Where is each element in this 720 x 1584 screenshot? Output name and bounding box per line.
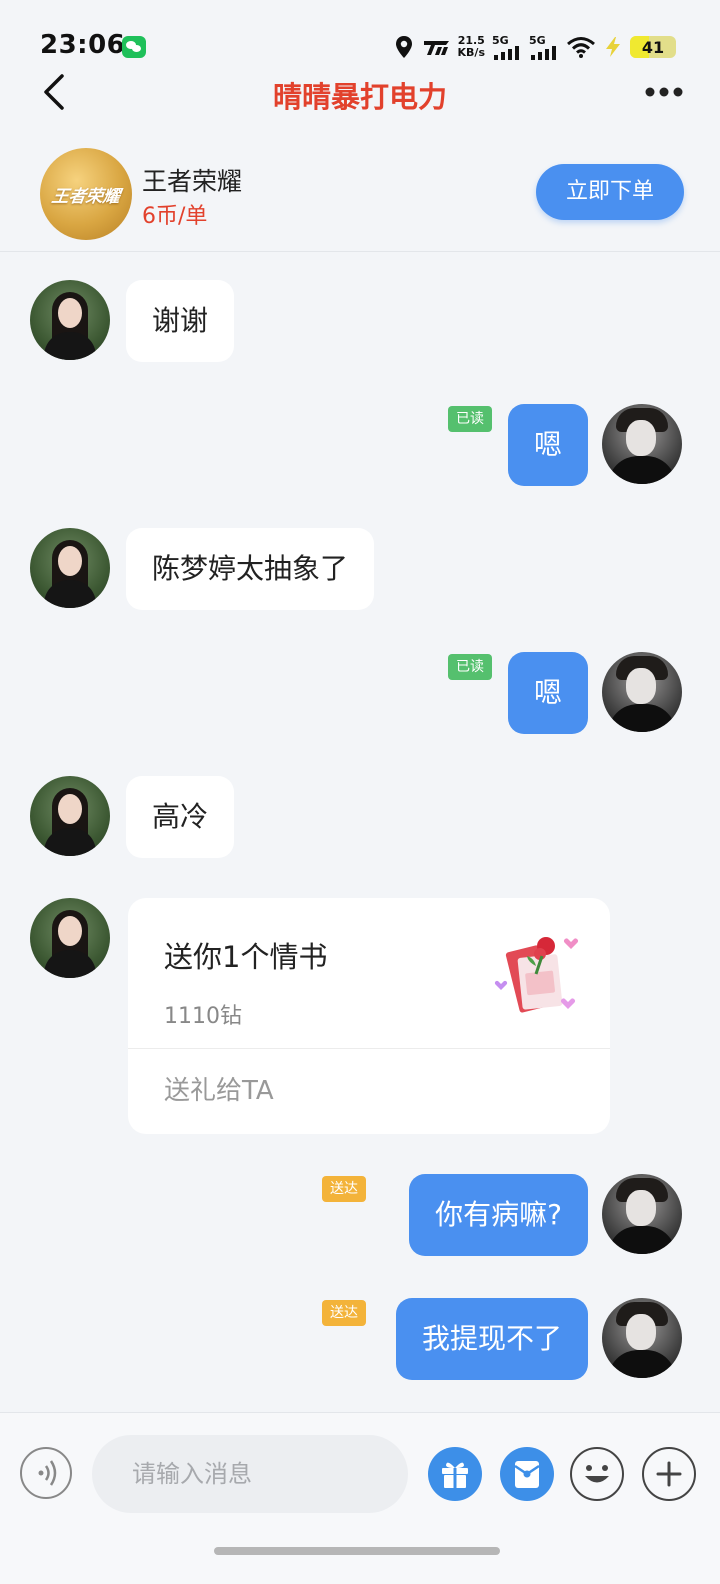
my-avatar[interactable] — [602, 404, 682, 484]
product-name: 王者荣耀 — [142, 167, 243, 196]
input-bar — [0, 1412, 720, 1584]
contact-avatar[interactable] — [30, 776, 110, 856]
my-avatar[interactable] — [602, 1174, 682, 1254]
delivered-receipt-badge: 送达 — [322, 1176, 366, 1202]
product-bar: 王者荣耀 王者荣耀 6币/单 立即下单 — [0, 132, 720, 252]
smiley-icon — [585, 1465, 609, 1483]
page-title: 晴晴暴打电力 — [272, 80, 447, 114]
sim1-signal: 5G — [492, 34, 522, 60]
emoji-button[interactable] — [570, 1447, 624, 1501]
gift-price: 1110钻 — [164, 1004, 242, 1029]
wechat-notification-icon — [122, 36, 146, 58]
network-speed-unit: KB/s — [457, 46, 485, 59]
status-time: 23:06 — [40, 30, 126, 60]
more-options-button[interactable] — [640, 76, 688, 108]
signal-bars-icon — [531, 46, 556, 60]
my-avatar[interactable] — [602, 652, 682, 732]
send-gift-link[interactable]: 送礼给TA — [164, 1070, 274, 1107]
wifi-icon — [567, 37, 595, 58]
status-bar: 23:06 21.5 KB/s 5G 5G 41 — [0, 0, 720, 60]
voice-input-button[interactable] — [20, 1447, 72, 1499]
message-bubble[interactable]: 陈梦婷太抽象了 — [126, 528, 375, 610]
chat-header: 晴晴暴打电力 — [0, 60, 720, 124]
plus-icon — [656, 1461, 682, 1487]
message-bubble[interactable]: 我提现不了 — [395, 1298, 588, 1380]
message-bubble[interactable]: 你有病嘛? — [409, 1174, 588, 1256]
charging-icon — [606, 37, 620, 57]
message-input[interactable] — [92, 1435, 408, 1513]
message-bubble[interactable]: 高冷 — [126, 776, 235, 858]
voice-wave-icon — [38, 1460, 57, 1486]
contact-avatar[interactable] — [30, 528, 110, 608]
more-dots-icon — [645, 87, 683, 97]
gift-card[interactable]: 送你1个情书 1110钻 送礼给TA — [128, 898, 610, 1134]
gift-button[interactable] — [428, 1447, 482, 1501]
message-bubble[interactable]: 嗯 — [507, 404, 588, 486]
love-letter-gift-icon — [494, 937, 578, 1013]
home-indicator[interactable] — [214, 1547, 500, 1555]
network-speed: 21.5 KB/s — [458, 35, 485, 59]
read-receipt-badge: 已读 — [448, 406, 492, 432]
my-avatar[interactable] — [602, 1298, 682, 1378]
gift-box-icon — [442, 1462, 468, 1488]
red-packet-icon — [514, 1461, 540, 1488]
message-bubble[interactable]: 谢谢 — [126, 280, 235, 362]
contact-avatar[interactable] — [30, 898, 110, 978]
message-bubble[interactable]: 嗯 — [507, 652, 588, 734]
contact-avatar[interactable] — [30, 280, 110, 360]
gift-divider — [128, 1048, 610, 1049]
location-icon — [395, 36, 412, 58]
read-receipt-badge: 已读 — [448, 654, 492, 680]
more-actions-button[interactable] — [642, 1447, 696, 1501]
sim2-signal: 5G — [529, 34, 559, 60]
carrier-logo-icon — [423, 41, 449, 55]
game-logo[interactable]: 王者荣耀 — [40, 148, 132, 240]
gift-title: 送你1个情书 — [164, 940, 328, 974]
order-now-button[interactable]: 立即下单 — [536, 164, 684, 220]
battery-indicator: 41 — [630, 36, 676, 58]
battery-level: 41 — [641, 38, 665, 57]
game-logo-text: 王者荣耀 — [50, 187, 122, 207]
status-icons: 21.5 KB/s 5G 5G 41 — [394, 33, 676, 61]
delivered-receipt-badge: 送达 — [322, 1300, 366, 1326]
red-packet-button[interactable] — [500, 1447, 554, 1501]
product-price: 6币/单 — [142, 204, 208, 229]
signal-bars-icon — [494, 46, 519, 60]
